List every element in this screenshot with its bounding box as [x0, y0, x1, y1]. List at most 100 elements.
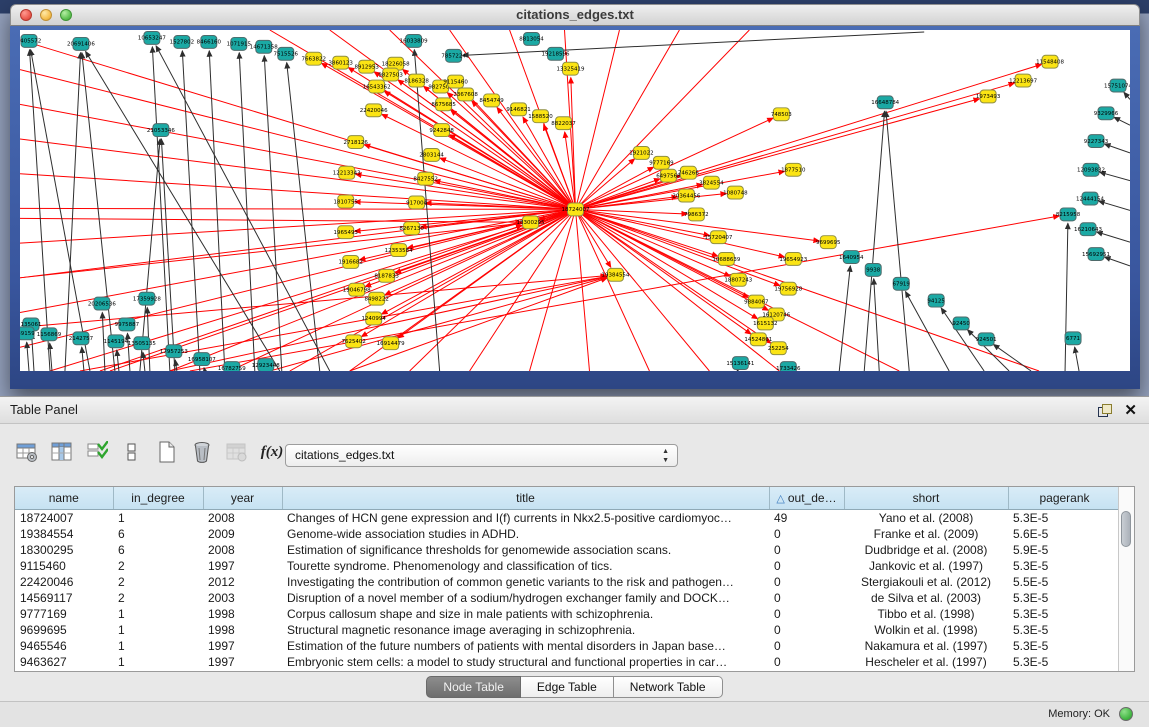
network-node[interactable]: 12353584: [385, 244, 413, 257]
network-node[interactable]: 13325419: [557, 62, 585, 75]
network-node[interactable]: 20691406: [67, 37, 95, 50]
network-node[interactable]: 12093832: [1077, 163, 1105, 176]
network-node[interactable]: 9975887: [115, 318, 140, 331]
network-canvas[interactable]: 1872400718300295193845547663822386012389…: [20, 30, 1130, 371]
network-edge[interactable]: [1065, 223, 1068, 371]
network-node[interactable]: 1921022: [629, 146, 653, 159]
network-node[interactable]: 15692951: [1082, 248, 1110, 261]
network-edge[interactable]: [140, 139, 160, 371]
table-row[interactable]: 1830029562008Estimation of significance …: [15, 542, 1121, 558]
new-document-icon[interactable]: [154, 439, 180, 465]
network-node[interactable]: 8466160: [197, 35, 222, 48]
network-node[interactable]: 746266: [678, 166, 699, 179]
network-node[interactable]: 8215958: [1056, 208, 1081, 221]
network-node[interactable]: 13505135: [128, 337, 156, 350]
network-node[interactable]: 917004: [406, 196, 427, 209]
network-node[interactable]: 9699695: [816, 236, 840, 249]
network-node[interactable]: 12444154: [1076, 192, 1104, 205]
network-edge[interactable]: [287, 63, 320, 371]
network-edge[interactable]: [20, 208, 575, 209]
network-node[interactable]: 748503: [771, 108, 792, 121]
network-edge[interactable]: [143, 352, 145, 371]
network-node[interactable]: 39159: [20, 327, 35, 340]
table-row[interactable]: 977716911998Corpus callosum shape and si…: [15, 606, 1121, 622]
network-node[interactable]: 1973493: [976, 90, 1001, 103]
network-node[interactable]: 9227343: [1084, 135, 1109, 148]
network-node[interactable]: 1527802: [170, 35, 194, 48]
network-edge[interactable]: [839, 266, 850, 371]
network-svg[interactable]: 1872400718300295193845547663822386012389…: [20, 30, 1130, 371]
network-node[interactable]: 1916682: [338, 256, 362, 269]
network-edge[interactable]: [575, 197, 677, 210]
network-node[interactable]: 92450: [952, 317, 970, 330]
network-edge[interactable]: [993, 344, 1031, 371]
scrollbar-thumb[interactable]: [1121, 511, 1131, 547]
network-node[interactable]: 16648784: [871, 96, 899, 109]
network-node[interactable]: 8813054: [519, 32, 544, 45]
network-node[interactable]: 16782759: [218, 362, 246, 371]
table-row[interactable]: 946362711997Embryonic stem cells: a mode…: [15, 654, 1121, 670]
network-edge[interactable]: [182, 51, 199, 371]
network-node[interactable]: 2367608: [453, 88, 478, 101]
network-node[interactable]: 67919: [892, 277, 910, 290]
network-node[interactable]: 21053346: [147, 124, 175, 137]
table-columns-icon[interactable]: [49, 439, 75, 465]
network-node[interactable]: 15720407: [704, 231, 732, 244]
network-node[interactable]: 1145194: [104, 335, 129, 348]
network-node[interactable]: 16210643: [1074, 223, 1102, 236]
minimize-window-button[interactable]: [40, 9, 52, 21]
network-edge[interactable]: [1097, 232, 1130, 242]
network-edge[interactable]: [82, 347, 84, 371]
table-row[interactable]: 1872400712008Changes of HCN gene express…: [15, 510, 1121, 527]
table-row[interactable]: 969969511998Structural magnetic resonanc…: [15, 622, 1121, 638]
network-edge[interactable]: [874, 279, 879, 371]
network-edge[interactable]: [530, 209, 576, 371]
column-header-title[interactable]: title: [282, 487, 769, 510]
network-edge[interactable]: [1075, 347, 1079, 371]
close-window-button[interactable]: [20, 9, 32, 21]
network-edge[interactable]: [1099, 201, 1130, 210]
network-node[interactable]: 16914479: [377, 337, 405, 350]
network-node[interactable]: 1733426: [776, 362, 801, 371]
tab-edge-table[interactable]: Edge Table: [521, 676, 614, 698]
table-row[interactable]: 911546021997Tourette syndrome. Phenomeno…: [15, 558, 1121, 574]
network-edge[interactable]: [82, 53, 115, 371]
network-edge[interactable]: [27, 342, 29, 371]
network-node[interactable]: 1071915: [227, 37, 251, 50]
column-header-short[interactable]: short: [844, 487, 1008, 510]
network-node[interactable]: 8498222: [364, 292, 388, 305]
network-edge[interactable]: [575, 209, 784, 257]
table-row[interactable]: 2242004622012Investigating the contribut…: [15, 574, 1121, 590]
network-node[interactable]: 6771: [1065, 332, 1081, 345]
network-node[interactable]: 7986372: [684, 208, 708, 221]
network-edge[interactable]: [209, 51, 225, 371]
network-node[interactable]: 10653247: [138, 31, 166, 44]
network-node[interactable]: 15136141: [726, 357, 754, 370]
delete-table-icon[interactable]: [189, 439, 215, 465]
network-node[interactable]: 12213697: [1009, 74, 1037, 87]
import-table-icon-disabled[interactable]: [224, 439, 250, 465]
network-node[interactable]: 1810755: [333, 195, 357, 208]
tab-network-table[interactable]: Network Table: [614, 676, 723, 698]
function-builder-icon[interactable]: f(x): [259, 439, 285, 465]
network-node[interactable]: 9146821: [506, 103, 530, 116]
network-node[interactable]: 9938: [865, 263, 881, 276]
network-node[interactable]: 2718126: [343, 136, 368, 149]
network-edge[interactable]: [20, 139, 575, 209]
table-row[interactable]: 1456911722003Disruption of a novel membe…: [15, 590, 1121, 606]
network-edge[interactable]: [410, 209, 576, 371]
network-node[interactable]: 16033809: [400, 34, 428, 47]
memory-status-indicator[interactable]: [1119, 707, 1133, 721]
network-edge[interactable]: [449, 135, 575, 210]
table-settings-icon[interactable]: [14, 439, 40, 465]
tab-node-table[interactable]: Node Table: [426, 676, 521, 698]
table-row[interactable]: 1938455462009Genome-wide association stu…: [15, 526, 1121, 542]
network-edge[interactable]: [264, 56, 281, 371]
table-vertical-scrollbar[interactable]: [1118, 487, 1134, 671]
network-edge[interactable]: [20, 209, 575, 277]
network-node[interactable]: 1640954: [839, 251, 864, 264]
table-row[interactable]: 946554611997Estimation of the future num…: [15, 638, 1121, 654]
network-edge[interactable]: [398, 209, 576, 338]
network-node[interactable]: 10688639: [712, 253, 740, 266]
network-node[interactable]: 1588520: [528, 110, 553, 123]
